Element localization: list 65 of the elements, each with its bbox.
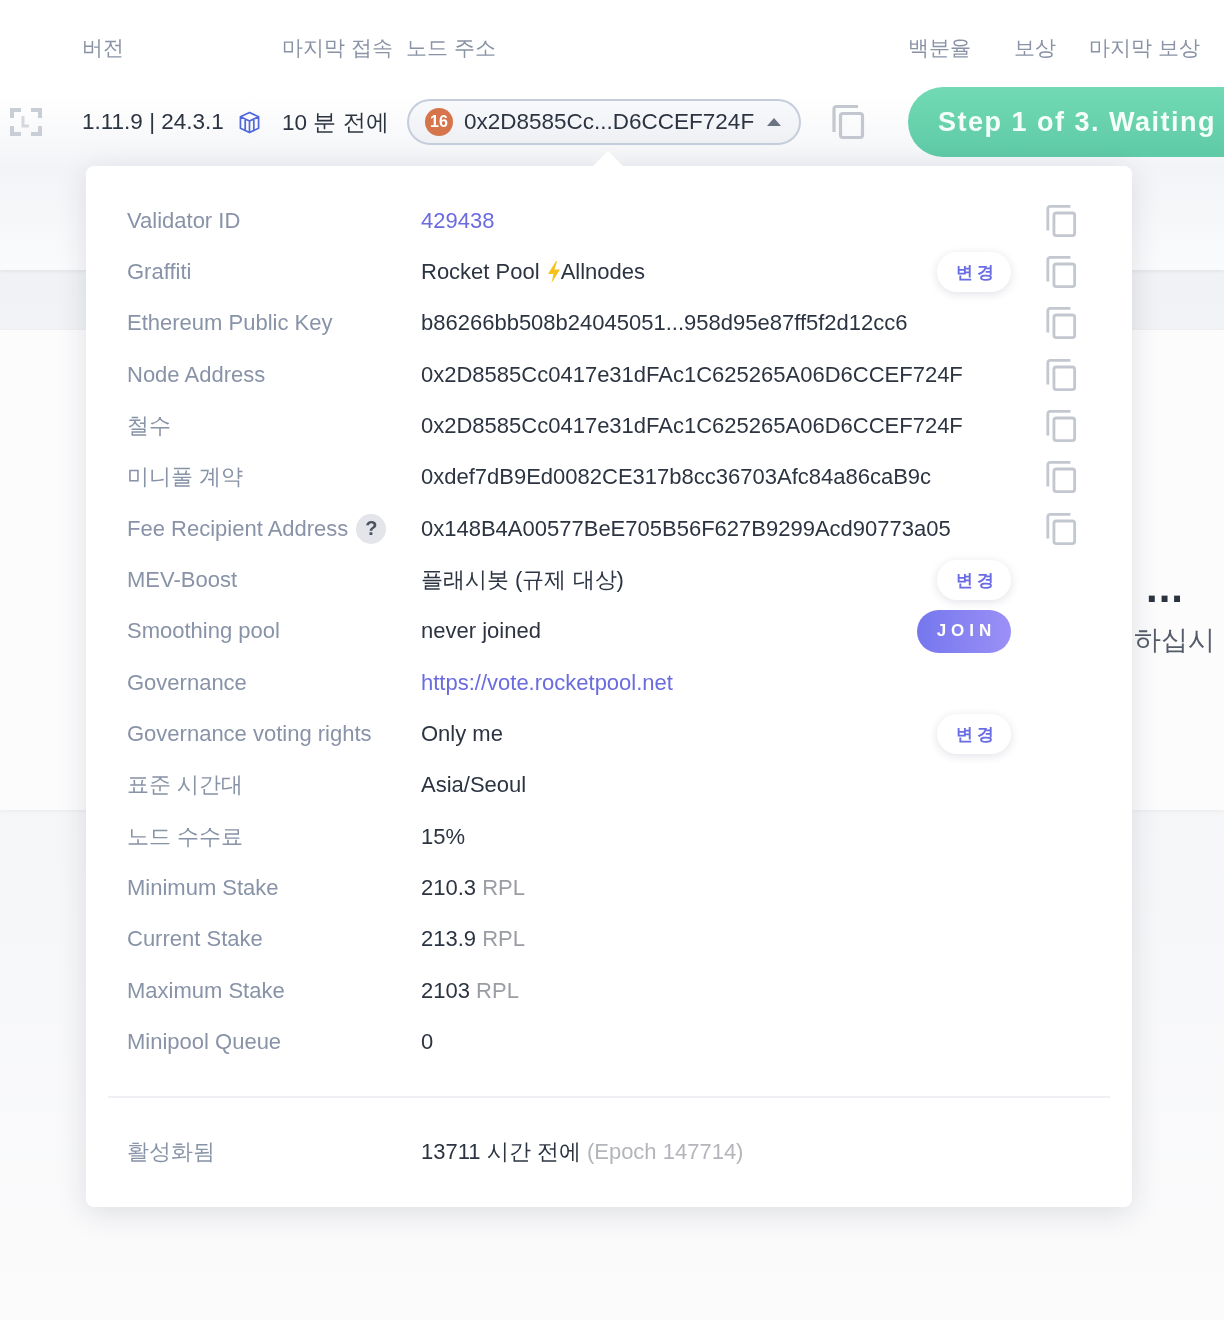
field-value: b86266bb508b24045051...958d95e87ff5f2d12cc6 (421, 310, 908, 337)
field-label: Graffiti (127, 259, 192, 285)
field-label: 활성화됨 (127, 1137, 216, 1166)
field-label: 표준 시간대 (127, 771, 244, 800)
field-label: Smoothing pool (127, 618, 280, 645)
column-header: 마지막 접속 (282, 35, 394, 61)
field-value: Asia/Seoul (421, 772, 527, 799)
field-value: 플래시봇 (규제 대상) (421, 566, 624, 595)
fullscreen-icon[interactable] (10, 108, 42, 136)
change-button[interactable]: 변경 (937, 252, 1011, 292)
card-heading: ... (1146, 564, 1184, 612)
last-seen-text: 10 분 전에 (282, 108, 390, 137)
lightning-icon (547, 261, 560, 283)
copy-icon[interactable] (1045, 357, 1077, 392)
field-value: 213.9 RPL (421, 926, 525, 953)
copy-icon[interactable] (1045, 203, 1077, 238)
field-label: Ethereum Public Key (127, 310, 333, 337)
field-value: 0xdef7dB9Ed0082CE317b8cc36703Afc84a86caB9c (421, 464, 932, 491)
copy-icon[interactable] (1045, 460, 1077, 495)
field-value: 2103 RPL (421, 977, 519, 1004)
field-value: 0x148B4A00577BeE705B56F627B9299Acd90773a05 (421, 515, 951, 542)
join-button[interactable]: JOIN (917, 609, 1011, 653)
field-value: 0x2D8585Cc0417e31dFAc1C625265A06D6CCEF724F (421, 413, 963, 440)
version-text: 1.11.9 | 24.3.1 (82, 109, 224, 135)
field-label: Minimum Stake (127, 875, 279, 902)
field-value: Rocket Pool (421, 259, 540, 285)
field-label: 미니풀 계약 (127, 463, 244, 492)
copy-icon[interactable] (1045, 409, 1077, 444)
field-value: never joined (421, 618, 541, 645)
field-label: Governance voting rights (127, 721, 372, 748)
column-header: 백분율 (908, 35, 972, 61)
field-label: 노드 수수료 (127, 822, 244, 851)
column-header: 마지막 보상 (1089, 35, 1201, 61)
field-label: Governance (127, 669, 247, 696)
field-value: 13711 시간 전에 (Epoch 147714) (421, 1137, 745, 1166)
column-header: 버전 (82, 35, 125, 61)
column-header: 보상 (1014, 35, 1057, 61)
field-label: Fee Recipient Address (127, 515, 349, 542)
field-value: 210.3 RPL (421, 875, 525, 902)
copy-icon[interactable] (1045, 511, 1077, 546)
column-header: 노드 주소 (406, 35, 497, 61)
copy-icon[interactable] (1045, 255, 1077, 289)
field-label: Minipool Queue (127, 1029, 282, 1056)
card-text: 하십시 (1134, 624, 1215, 657)
field-value: Only me (421, 721, 503, 748)
field-label: Current Stake (127, 926, 263, 953)
count-badge: 16 (425, 108, 453, 136)
link[interactable]: https://vote.rocketpool.net (421, 669, 673, 696)
field-label: Node Address (127, 361, 266, 388)
help-icon[interactable]: ? (356, 513, 387, 544)
field-label: 철수 (127, 412, 171, 441)
field-label: Maximum Stake (127, 977, 285, 1004)
copy-icon[interactable] (831, 104, 866, 140)
field-label: MEV-Boost (127, 567, 238, 594)
link[interactable]: 429438 (421, 207, 495, 234)
copy-icon[interactable] (1045, 306, 1077, 341)
node-address-dropdown[interactable]: 16 0x2D8585Cc...D6CCEF724F (407, 99, 802, 145)
cube-icon (238, 110, 260, 134)
field-value: Allnodes (560, 259, 645, 285)
field-value: 0 (421, 1029, 434, 1056)
change-button[interactable]: 변경 (937, 560, 1011, 601)
change-button[interactable]: 변경 (937, 714, 1011, 755)
field-value: 15% (421, 823, 466, 850)
field-value: 0x2D8585Cc0417e31dFAc1C625265A06D6CCEF724F (421, 361, 963, 388)
field-label: Validator ID (127, 207, 241, 234)
